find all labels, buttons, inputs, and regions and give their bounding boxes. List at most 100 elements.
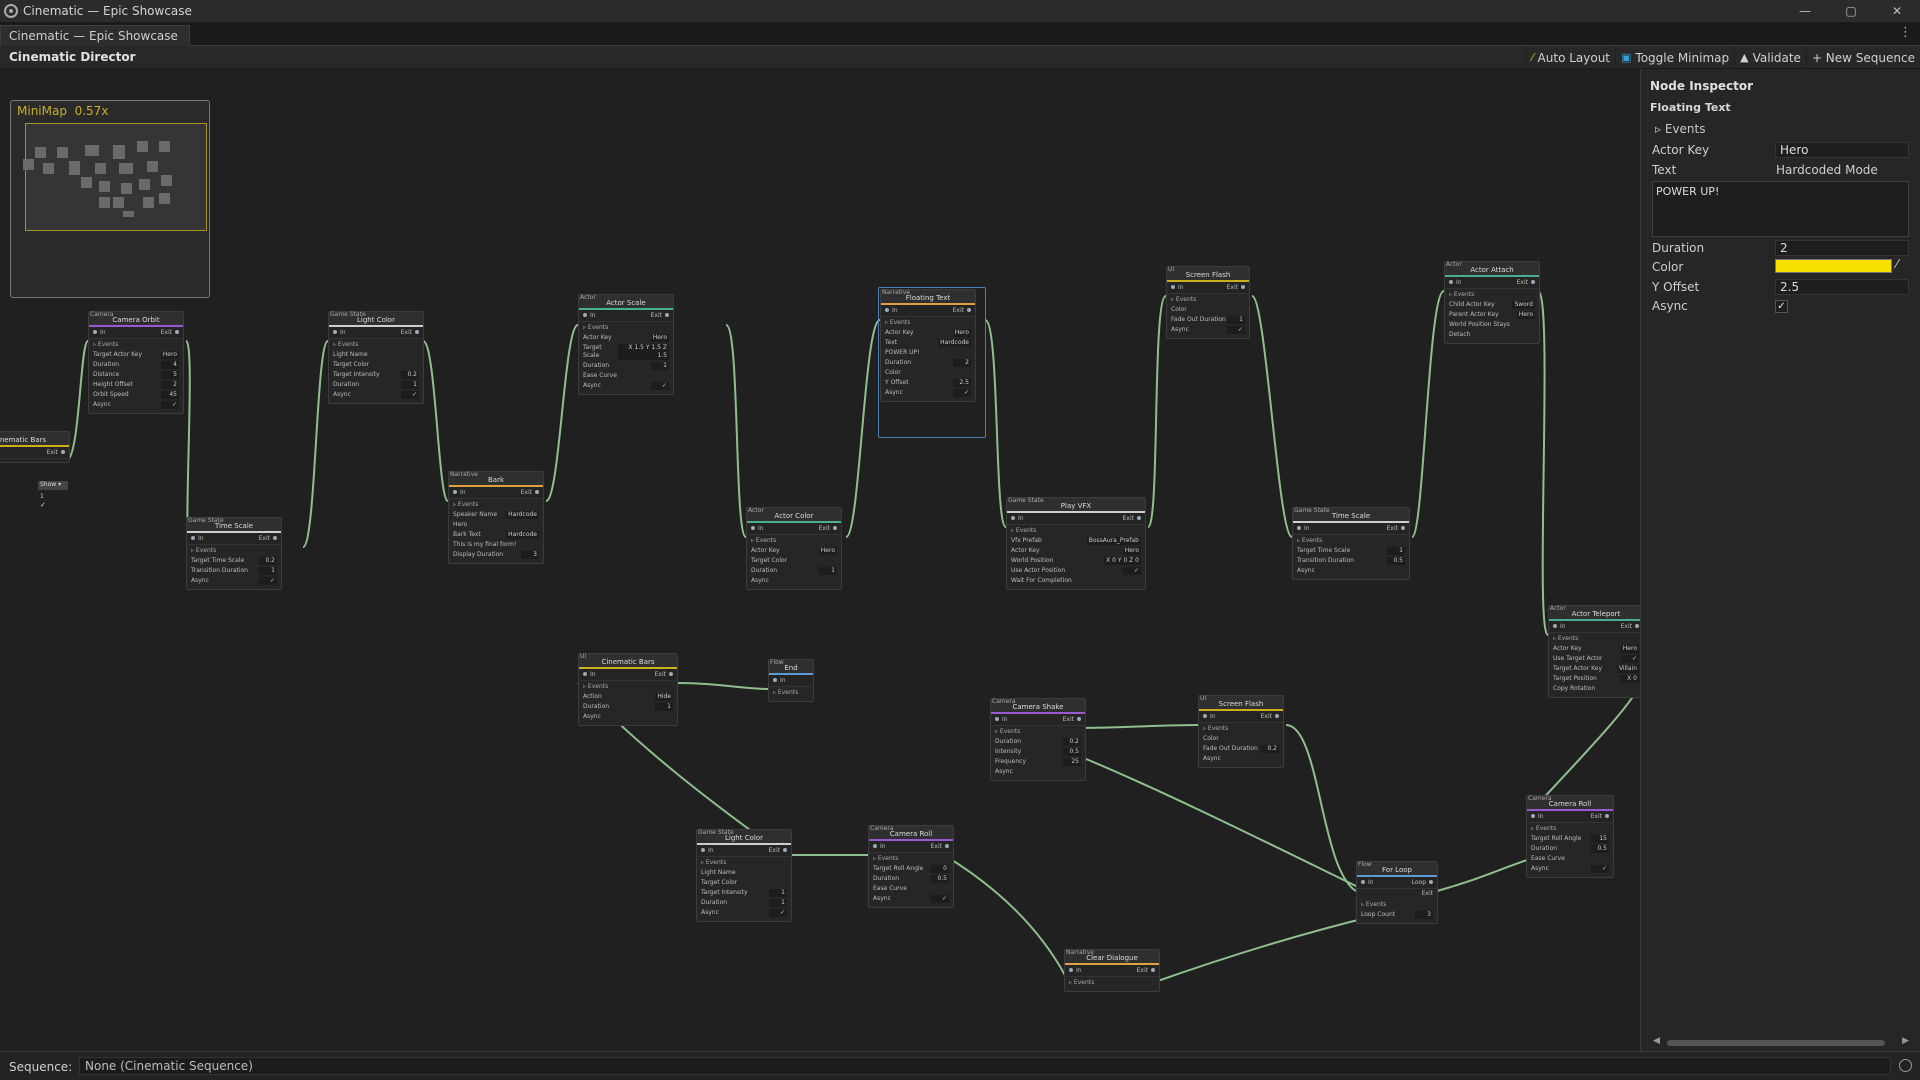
bars-action-select[interactable]: Show ▾	[38, 481, 68, 490]
row-value[interactable]: 0.2	[259, 557, 277, 565]
row-value[interactable]: 15	[1591, 835, 1609, 843]
events-toggle[interactable]: ▹ Events	[1357, 899, 1437, 910]
events-toggle[interactable]: ▹ Events	[1293, 535, 1409, 546]
object-picker-icon[interactable]	[1899, 1059, 1912, 1072]
minimap[interactable]: MiniMap 0.57x	[10, 100, 210, 298]
node-end[interactable]: Flow End In ▹ Events	[768, 659, 814, 702]
node-shake[interactable]: Camera Camera Shake In Exit ▹ Events Duration…	[990, 698, 1086, 781]
node-cinematic-bars-start[interactable]: Cinematic Bars Exit	[0, 431, 70, 463]
events-toggle[interactable]: ▹ Events	[329, 339, 423, 350]
row-value[interactable]: 0.5	[931, 875, 949, 883]
row-value[interactable]: Hide	[655, 693, 673, 701]
in-pin[interactable]: In	[333, 329, 346, 336]
row-value[interactable]: Hardcode	[506, 531, 539, 539]
row-value[interactable]: X 0 Y 0 Z 0	[1104, 557, 1141, 565]
in-pin[interactable]: In	[1361, 879, 1374, 886]
row-value[interactable]: ✓	[401, 391, 419, 399]
minimap-viewport[interactable]	[25, 123, 207, 231]
exit-pin[interactable]: Exit	[161, 329, 179, 336]
events-toggle[interactable]: ▹ Events	[89, 339, 183, 350]
in-pin[interactable]: In	[1297, 525, 1310, 532]
row-value[interactable]: X 1.5 Y 1.5 Z 1.5	[617, 344, 669, 360]
node-flash1[interactable]: UI Screen Flash In Exit ▹ Events Color Fade Ou…	[1166, 266, 1250, 339]
events-toggle[interactable]: ▹ Events	[579, 681, 677, 692]
events-toggle[interactable]: ▹ Events	[1199, 723, 1283, 734]
in-pin[interactable]: In	[751, 525, 764, 532]
events-toggle[interactable]: ▹ Events	[579, 322, 673, 333]
in-pin[interactable]: In	[583, 312, 596, 319]
scroll-right-icon[interactable]: ▶	[1902, 1036, 1909, 1046]
events-toggle[interactable]: ▹ Events	[881, 317, 975, 328]
tab-cinematic[interactable]: Cinematic — Epic Showcase	[0, 25, 190, 46]
exit-pin[interactable]: Exit	[1387, 525, 1405, 532]
row-value[interactable]: 3	[1415, 911, 1433, 919]
row-value[interactable]: ✓	[651, 382, 669, 390]
row-value[interactable]: ✓	[1591, 865, 1609, 873]
in-pin[interactable]: In	[453, 489, 466, 496]
text-value-area[interactable]: POWER UP!	[1652, 181, 1909, 237]
row-value[interactable]: 5	[161, 371, 179, 379]
row-value[interactable]: 1	[1387, 547, 1405, 555]
in-pin[interactable]: In	[1011, 515, 1024, 522]
exit-pin[interactable]: Exit	[1517, 279, 1535, 286]
exit-pin[interactable]: Exit	[1063, 716, 1081, 723]
node-header[interactable]: Screen Flash	[1199, 696, 1283, 711]
row-value[interactable]: ✓	[161, 401, 179, 409]
node-scale[interactable]: Actor Actor Scale In Exit ▹ Events Actor Key H…	[578, 294, 674, 395]
row-value[interactable]: 2	[953, 359, 971, 367]
row-value[interactable]: 0.5	[1063, 748, 1081, 756]
events-toggle[interactable]: ▹ Events	[1167, 294, 1249, 305]
in-pin[interactable]: In	[1531, 813, 1544, 820]
row-value[interactable]: Villain	[1616, 665, 1639, 673]
in-pin[interactable]: In	[1449, 279, 1462, 286]
events-toggle[interactable]: ▹ Events	[769, 687, 813, 698]
in-pin[interactable]: In	[995, 716, 1008, 723]
y-offset-field[interactable]: 2.5	[1775, 279, 1909, 295]
in-pin[interactable]: In	[1069, 967, 1082, 974]
row-value[interactable]: ✓	[953, 389, 971, 397]
graph-canvas[interactable]: MiniMap 0.57x Cinematic Bars Exit Show ▾…	[0, 69, 1640, 1051]
exit-pin[interactable]: Exit	[401, 329, 419, 336]
exit-pin[interactable]: Exit	[819, 525, 837, 532]
exit-pin[interactable]: Loop	[1412, 879, 1433, 886]
in-pin[interactable]: In	[93, 329, 106, 336]
node-float[interactable]: Narrative Floating Text In Exit ▹ Events Acto…	[880, 289, 976, 402]
row-value[interactable]: 1	[819, 567, 837, 575]
async-checkbox[interactable]: ✓	[1775, 300, 1788, 313]
in-pin[interactable]: In	[701, 847, 714, 854]
node-orbit[interactable]: Camera Camera Orbit In Exit ▹ Events Target A…	[88, 311, 184, 414]
exit-pin[interactable]: Exit	[655, 671, 673, 678]
events-toggle[interactable]: ▹ Events	[1445, 289, 1539, 300]
row-value[interactable]: 1	[1227, 316, 1245, 324]
node-ts2[interactable]: Game State Time Scale In Exit ▹ Events Target…	[1292, 507, 1410, 580]
node-header[interactable]: Screen Flash	[1167, 267, 1249, 282]
text-mode-dropdown[interactable]: Hardcoded Mode	[1776, 163, 1878, 177]
node-bark[interactable]: Narrative Bark In Exit ▹ Events Speaker Name H…	[448, 471, 544, 564]
row-value[interactable]: 1	[769, 899, 787, 907]
exit-pin[interactable]: Exit	[1422, 890, 1433, 898]
exit-pin[interactable]: Exit	[931, 843, 949, 850]
toggle-minimap-button[interactable]: ▣ Toggle Minimap	[1615, 46, 1734, 69]
scroll-thumb[interactable]	[1667, 1040, 1885, 1046]
row-value[interactable]: 0.2	[1063, 738, 1081, 746]
node-dialog[interactable]: Narrative Clear Dialogue In Exit ▹ Events	[1064, 949, 1160, 992]
eyedropper-icon[interactable]: ⁄	[1896, 257, 1898, 271]
new-sequence-button[interactable]: + New Sequence	[1805, 46, 1920, 69]
row-value[interactable]: Hero	[952, 329, 971, 337]
row-value[interactable]: Hardcode	[938, 339, 971, 347]
exit-pin[interactable]: Exit	[1261, 713, 1279, 720]
node-forloop[interactable]: Flow For Loop In Loop Exit ▹ Events Loop Count…	[1356, 861, 1438, 924]
row-value[interactable]: 1	[769, 889, 787, 897]
exit-pin[interactable]: Exit	[47, 449, 65, 456]
row-value[interactable]: 2	[161, 381, 179, 389]
row-value[interactable]: X 0	[1621, 675, 1639, 683]
exit-pin[interactable]: Exit	[651, 312, 669, 319]
node-teleport[interactable]: Actor Actor Teleport In Exit ▹ Events Actor K…	[1548, 605, 1640, 698]
node-ts1[interactable]: Game State Time Scale In Exit ▹ Events Target…	[186, 517, 282, 590]
row-value[interactable]: Hero	[1122, 547, 1141, 555]
minimize-button[interactable]: —	[1782, 0, 1828, 22]
row-value[interactable]: 1	[259, 567, 277, 575]
node-light1[interactable]: Game State Light Color In Exit ▹ Events Light…	[328, 311, 424, 404]
events-toggle[interactable]: ▹ Events	[697, 857, 791, 868]
row-value[interactable]: ✓	[1621, 655, 1639, 663]
